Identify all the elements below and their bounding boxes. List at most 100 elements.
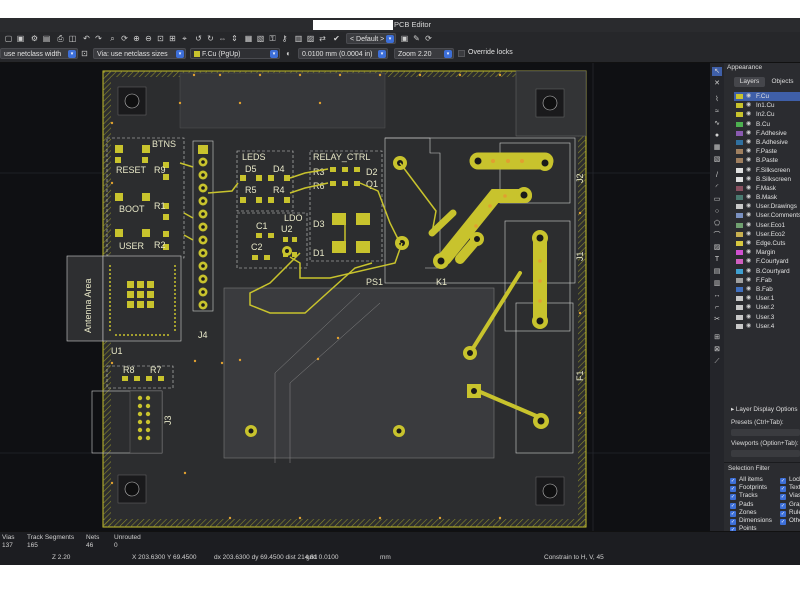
layer-row[interactable]: ◉ User.Eco1 — [734, 221, 800, 230]
rotate-ccw-icon[interactable]: ↺ — [194, 34, 203, 43]
layer-row[interactable]: ◉ In2.Cu — [734, 110, 800, 119]
delete-tool-icon[interactable]: ✂ — [712, 315, 722, 324]
rotate-cw-icon[interactable]: ↻ — [206, 34, 215, 43]
visibility-eye-icon[interactable]: ◉ — [746, 175, 751, 184]
track-width-select[interactable]: use netclass width ▾ — [0, 48, 78, 59]
layer-row[interactable]: ◉ User.4 — [734, 322, 800, 331]
filter-checkbox[interactable]: ✓Graphics — [780, 501, 800, 509]
layer-row[interactable]: ◉ User.Eco2 — [734, 230, 800, 239]
draw-circle-icon[interactable]: ○ — [712, 207, 722, 216]
layer-color-swatch[interactable] — [736, 185, 743, 191]
add-image-icon[interactable]: ▨ — [712, 243, 722, 252]
zoom-in-icon[interactable]: ⊕ — [132, 34, 141, 43]
layer-row[interactable]: ◉ Margin — [734, 248, 800, 257]
layer-color-swatch[interactable] — [736, 103, 743, 109]
add-leader-icon[interactable]: ⌐ — [712, 303, 722, 312]
save-icon[interactable]: ▣ — [16, 34, 25, 43]
zoom-select[interactable]: Zoom 2.20 ▾ — [394, 48, 454, 59]
layer-row[interactable]: ◉ B.Silkscreen — [734, 175, 800, 184]
save-preset-icon[interactable]: ▣ — [400, 34, 409, 43]
layer-row[interactable]: ◉ F.Paste — [734, 147, 800, 156]
mirror-v-icon[interactable]: ⇕ — [230, 34, 239, 43]
layer-color-swatch[interactable] — [736, 286, 743, 292]
visibility-eye-icon[interactable]: ◉ — [746, 313, 751, 322]
select-tool-icon[interactable]: ↖ — [712, 67, 722, 76]
draw-arc-icon[interactable]: ◜ — [712, 183, 722, 192]
tab-objects[interactable]: Objects — [767, 77, 798, 87]
plot-icon[interactable]: ◫ — [68, 34, 77, 43]
layer-color-swatch[interactable] — [736, 195, 743, 201]
page-settings-icon[interactable]: ▤ — [42, 34, 51, 43]
tab-layers[interactable]: Layers — [734, 77, 765, 87]
layer-row[interactable]: ◉ User.Drawings — [734, 202, 800, 211]
visibility-eye-icon[interactable]: ◉ — [746, 156, 751, 165]
zoom-out-icon[interactable]: ⊖ — [144, 34, 153, 43]
layer-row[interactable]: ◉ F.Courtyard — [734, 257, 800, 266]
filter-checkbox[interactable]: ✓Locked — [780, 476, 800, 484]
layer-color-swatch[interactable] — [736, 231, 743, 237]
preset-select[interactable]: < Default > ▾ — [346, 33, 396, 44]
undo-icon[interactable]: ↶ — [82, 34, 91, 43]
layer-row[interactable]: ◉ Edge.Cuts — [734, 239, 800, 248]
track-width-lock-icon[interactable]: ⊡ — [80, 49, 89, 58]
visibility-eye-icon[interactable]: ◉ — [746, 147, 751, 156]
add-dimension-icon[interactable]: ↔ — [712, 291, 722, 300]
layer-color-swatch[interactable] — [736, 259, 743, 265]
visibility-eye-icon[interactable]: ◉ — [746, 267, 751, 276]
visibility-eye-icon[interactable]: ◉ — [746, 202, 751, 211]
visibility-eye-icon[interactable]: ◉ — [746, 129, 751, 138]
filter-checkbox[interactable]: ✓ Pads — [730, 501, 753, 509]
layer-color-swatch[interactable] — [736, 94, 743, 99]
edit-preset-icon[interactable]: ✎ — [412, 34, 421, 43]
viewports-select[interactable] — [731, 450, 800, 457]
layer-row[interactable]: ◉ B.Paste — [734, 156, 800, 165]
lock-icon[interactable]: ⚿ — [268, 34, 277, 43]
tune-length-icon[interactable]: ∿ — [712, 119, 722, 128]
layer-row[interactable]: ◉ B.Adhesive — [734, 138, 800, 147]
layer-color-swatch[interactable] — [736, 176, 743, 182]
layer-color-swatch[interactable] — [736, 112, 743, 118]
visibility-eye-icon[interactable]: ◉ — [746, 184, 751, 193]
ungroup-icon[interactable]: ▧ — [256, 34, 265, 43]
visibility-eye-icon[interactable]: ◉ — [746, 166, 751, 175]
layer-row[interactable]: ◉ F.Adhesive — [734, 129, 800, 138]
redo-icon[interactable]: ↷ — [94, 34, 103, 43]
measure-tool-icon[interactable]: ⟋ — [712, 357, 722, 366]
drc-icon[interactable]: ✔ — [332, 34, 341, 43]
visibility-eye-icon[interactable]: ◉ — [746, 239, 751, 248]
layer-row[interactable]: ◉ User.Comments — [734, 211, 800, 220]
override-locks-checkbox[interactable] — [458, 50, 465, 57]
layer-color-swatch[interactable] — [736, 323, 743, 329]
layer-select[interactable]: F.Cu (PgUp) ▾ — [190, 48, 280, 59]
layer-color-swatch[interactable] — [736, 277, 743, 283]
layer-row[interactable]: ◉ B.Fab — [734, 285, 800, 294]
visibility-eye-icon[interactable]: ◉ — [746, 322, 751, 331]
local-ratsnest-icon[interactable]: ✕ — [712, 79, 722, 88]
add-via-icon[interactable]: ● — [712, 131, 722, 140]
layer-color-swatch[interactable] — [736, 305, 743, 311]
layer-row[interactable]: ◉ F.Fab — [734, 276, 800, 285]
footprint-editor-icon[interactable]: ▥ — [294, 34, 303, 43]
layer-color-swatch[interactable] — [736, 314, 743, 320]
add-zone-icon[interactable]: ▦ — [712, 143, 722, 152]
footprint-browser-icon[interactable]: ▨ — [306, 34, 315, 43]
visibility-eye-icon[interactable]: ◉ — [746, 211, 751, 220]
layer-color-swatch[interactable] — [736, 213, 743, 219]
visibility-eye-icon[interactable]: ◉ — [746, 138, 751, 147]
layer-color-swatch[interactable] — [736, 204, 743, 210]
mirror-h-icon[interactable]: ⇔ — [218, 34, 227, 43]
filter-checkbox[interactable]: ✓ Zones — [730, 509, 757, 517]
draw-rect-icon[interactable]: ▭ — [712, 195, 722, 204]
layer-color-swatch[interactable] — [736, 121, 743, 127]
layer-row[interactable]: ◉ F.Cu — [734, 92, 800, 102]
visibility-eye-icon[interactable]: ◉ — [746, 303, 751, 312]
visibility-eye-icon[interactable]: ◉ — [746, 230, 751, 239]
print-icon[interactable]: ⎙ — [56, 34, 65, 43]
board-setup-icon[interactable]: ⚙ — [30, 34, 39, 43]
route-diff-pair-icon[interactable]: ≈ — [712, 107, 722, 116]
draw-polygon-icon[interactable]: ⬠ — [712, 219, 722, 228]
visibility-eye-icon[interactable]: ◉ — [746, 193, 751, 202]
layer-color-swatch[interactable] — [736, 130, 743, 136]
zoom-fit-icon[interactable]: ⊡ — [156, 34, 165, 43]
layer-color-swatch[interactable] — [736, 296, 743, 302]
